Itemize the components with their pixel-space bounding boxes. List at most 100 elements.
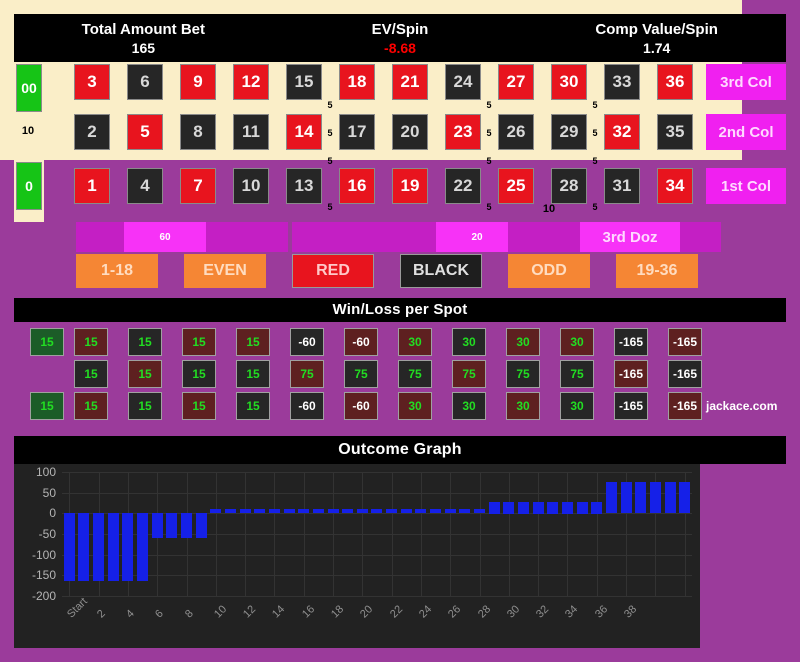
number-cell-5[interactable]: 5	[127, 114, 163, 150]
number-cell-21[interactable]: 21	[392, 64, 428, 100]
graph-bar	[401, 509, 412, 513]
number-cell-28[interactable]: 28	[551, 168, 587, 204]
number-cell-23[interactable]: 23	[445, 114, 481, 150]
number-cell-9[interactable]: 9	[180, 64, 216, 100]
outside-bet-red[interactable]: RED	[292, 254, 374, 288]
number-cell-19[interactable]: 19	[392, 168, 428, 204]
graph-bar	[503, 502, 514, 514]
chip-split-9[interactable]: 5	[587, 128, 603, 139]
number-cell-15[interactable]: 15	[286, 64, 322, 100]
dozen-bet-3[interactable]: 3rd Doz	[508, 222, 721, 252]
outside-bet-even[interactable]: EVEN	[184, 254, 266, 288]
number-cell-4[interactable]: 4	[127, 168, 163, 204]
winloss-cell: 30	[452, 328, 486, 356]
dozen-bet-amount: 20	[436, 222, 518, 252]
graph-bar	[430, 509, 441, 513]
number-cell-12[interactable]: 12	[233, 64, 269, 100]
chip-split-7[interactable]: 5	[481, 202, 497, 213]
chip-bottom-street[interactable]: 10	[538, 204, 560, 215]
number-cell-31[interactable]: 31	[604, 168, 640, 204]
winloss-cell: 75	[452, 360, 486, 388]
chip-split-11[interactable]: 5	[587, 202, 603, 213]
winloss-cell: 15	[182, 328, 216, 356]
number-cell-26[interactable]: 26	[498, 114, 534, 150]
win-loss-panel: Win/Loss per Spot 151515151515-60-603030…	[14, 298, 786, 424]
graph-bar	[152, 513, 163, 538]
number-cell-32[interactable]: 32	[604, 114, 640, 150]
number-cell-29[interactable]: 29	[551, 114, 587, 150]
winloss-cell: 15	[128, 360, 162, 388]
number-cell-16[interactable]: 16	[339, 168, 375, 204]
number-cell-8[interactable]: 8	[180, 114, 216, 150]
number-cell-36[interactable]: 36	[657, 64, 693, 100]
outside-bet-19-36[interactable]: 19-36	[616, 254, 698, 288]
graph-bar	[166, 513, 177, 538]
winloss-cell: 15	[236, 328, 270, 356]
graph-bar	[665, 482, 676, 513]
chip-split-5[interactable]: 5	[481, 128, 497, 139]
winloss-cell: -60	[344, 392, 378, 420]
number-cell-10[interactable]: 10	[233, 168, 269, 204]
chip-split-3[interactable]: 5	[322, 202, 338, 213]
chip-split-10[interactable]: 5	[587, 156, 603, 167]
outside-bet-1-18[interactable]: 1-18	[76, 254, 158, 288]
graph-bar	[210, 509, 221, 513]
outside-bet-black[interactable]: BLACK	[400, 254, 482, 288]
zero-cell-00[interactable]: 00	[16, 64, 42, 112]
number-cell-7[interactable]: 7	[180, 168, 216, 204]
number-cell-2[interactable]: 2	[74, 114, 110, 150]
graph-bar	[78, 513, 89, 581]
y-gridline	[62, 596, 692, 597]
number-cell-3[interactable]: 3	[74, 64, 110, 100]
winloss-cell: 15	[128, 392, 162, 420]
chip-split-1[interactable]: 5	[322, 128, 338, 139]
number-cell-13[interactable]: 13	[286, 168, 322, 204]
number-cell-27[interactable]: 27	[498, 64, 534, 100]
x-axis-tick-label: 18	[329, 603, 346, 620]
dozen-bet-1[interactable]: 60	[76, 222, 288, 252]
graph-bar	[298, 509, 309, 513]
outside-bet-odd[interactable]: ODD	[508, 254, 590, 288]
number-cell-11[interactable]: 11	[233, 114, 269, 150]
dozen-bet-2[interactable]: 20	[292, 222, 504, 252]
column-bet-3rd-col[interactable]: 3rd Col	[706, 64, 786, 100]
x-gridline	[216, 472, 217, 596]
number-cell-18[interactable]: 18	[339, 64, 375, 100]
number-cell-33[interactable]: 33	[604, 64, 640, 100]
winloss-cell: 15	[128, 328, 162, 356]
chip-split-0[interactable]: 5	[322, 100, 338, 111]
win-loss-title: Win/Loss per Spot	[14, 298, 786, 322]
summary-comp-value-per-spin: Comp Value/Spin 1.74	[528, 15, 785, 61]
number-cell-6[interactable]: 6	[127, 64, 163, 100]
graph-bar	[225, 509, 236, 513]
number-cell-20[interactable]: 20	[392, 114, 428, 150]
number-cell-35[interactable]: 35	[657, 114, 693, 150]
number-cell-24[interactable]: 24	[445, 64, 481, 100]
column-bet-2nd-col[interactable]: 2nd Col	[706, 114, 786, 150]
graph-bar	[108, 513, 119, 581]
graph-bar	[240, 509, 251, 513]
number-cell-25[interactable]: 25	[498, 168, 534, 204]
zero-cell-0[interactable]: 0	[16, 162, 42, 210]
x-gridline	[538, 472, 539, 596]
graph-bar	[93, 513, 104, 581]
graph-bar	[547, 502, 558, 514]
chip-split-2[interactable]: 5	[322, 156, 338, 167]
number-cell-17[interactable]: 17	[339, 114, 375, 150]
x-gridline	[392, 472, 393, 596]
chip-split-6[interactable]: 5	[481, 156, 497, 167]
x-gridline	[245, 472, 246, 596]
number-cell-30[interactable]: 30	[551, 64, 587, 100]
number-cell-22[interactable]: 22	[445, 168, 481, 204]
chip-split-8[interactable]: 5	[587, 100, 603, 111]
graph-bar	[137, 513, 148, 581]
chip-zero-split[interactable]: 10	[17, 126, 39, 137]
number-cell-14[interactable]: 14	[286, 114, 322, 150]
summary-total-bet-label: Total Amount Bet	[82, 21, 205, 38]
column-bet-1st-col[interactable]: 1st Col	[706, 168, 786, 204]
number-cell-34[interactable]: 34	[657, 168, 693, 204]
number-cell-1[interactable]: 1	[74, 168, 110, 204]
chip-split-4[interactable]: 5	[481, 100, 497, 111]
y-axis-tick-label: -150	[32, 568, 56, 582]
graph-bar	[518, 502, 529, 514]
